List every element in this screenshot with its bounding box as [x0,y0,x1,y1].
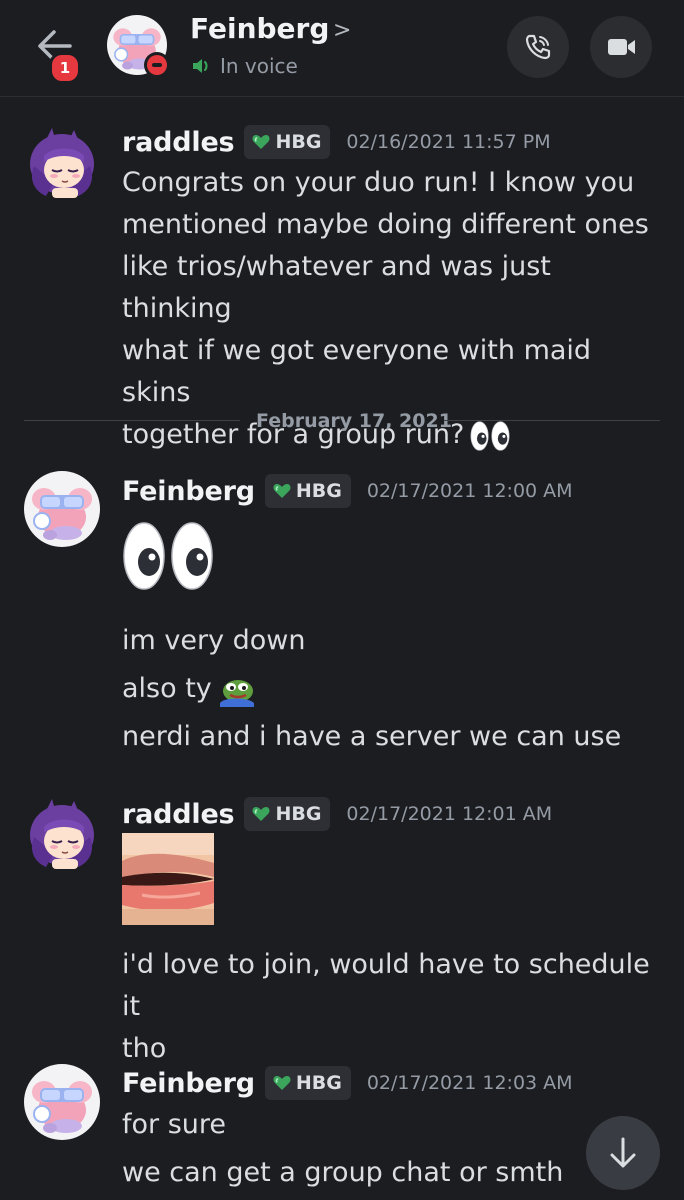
message-content[interactable]: also ty [122,668,662,710]
message-line: Congrats on your duo run! I know you [122,167,635,198]
avatar[interactable] [24,126,100,202]
message-line: im very down [122,625,306,656]
do-not-disturb-icon [144,52,170,78]
heart-icon [252,134,271,150]
eyes-emoji-icon [470,420,510,451]
guild-tag[interactable]: HBG [264,1066,351,1100]
guild-tag-label: HBG [295,1072,342,1094]
guild-tag[interactable]: HBG [244,797,331,831]
message-header: raddles HBG 02/17/2021 12:01 AM [122,797,552,831]
unread-badge: 1 [49,52,81,84]
author-name[interactable]: raddles [122,799,235,830]
chat-header: 1 Feinberg > In voice [0,0,684,97]
message-content[interactable]: nerdi and i have a server we can use [122,716,662,758]
author-name[interactable]: raddles [122,127,235,158]
pepe-emoji-icon [219,679,254,707]
video-icon [608,39,635,55]
author-name[interactable]: Feinberg [122,476,255,507]
eyes-emoji-icon[interactable] [122,520,214,592]
guild-tag-label: HBG [295,480,342,502]
call-icon [525,34,551,60]
message-header: Feinberg HBG 02/17/2021 12:03 AM [122,1066,573,1100]
heart-icon [272,483,291,499]
message-content[interactable]: we can get a group chat or smth [122,1152,662,1194]
guild-tag[interactable]: HBG [264,474,351,508]
call-button[interactable] [507,16,569,78]
speaker-icon [193,59,208,73]
avatar[interactable] [24,471,100,547]
guild-tag-label: HBG [275,131,322,153]
lips-sticker-icon[interactable] [122,833,214,925]
date-divider: February 17, 2021 [256,410,452,432]
timestamp: 02/17/2021 12:03 AM [366,1072,573,1094]
message-line: also ty [122,673,212,704]
timestamp: 02/17/2021 12:00 AM [366,480,573,502]
message-content[interactable]: i'd love to join, would have to schedule… [122,944,662,1070]
message-line: like trios/whatever and was just thinkin… [122,251,551,324]
message-header: raddles HBG 02/16/2021 11:57 PM [122,125,551,159]
message-line: we can get a group chat or smth [122,1157,564,1188]
timestamp: 02/16/2021 11:57 PM [346,131,551,153]
avatar[interactable] [24,1064,100,1140]
video-call-button[interactable] [590,16,652,78]
jump-to-bottom-button[interactable] [586,1116,660,1190]
author-name[interactable]: Feinberg [122,1068,255,1099]
channel-name[interactable]: Feinberg [190,12,329,45]
message-line: nerdi and i have a server we can use [122,721,622,752]
voice-status: In voice [220,54,298,78]
arrow-down-icon [610,1137,636,1168]
chevron-right-icon[interactable]: > [333,18,351,43]
guild-tag-label: HBG [275,803,322,825]
divider-line [24,420,240,421]
message-line: i'd love to join, would have to schedule… [122,949,650,1022]
avatar[interactable] [24,797,100,873]
message-line: for sure [122,1109,227,1140]
heart-icon [252,806,271,822]
message-header: Feinberg HBG 02/17/2021 12:00 AM [122,474,573,508]
divider-line [444,420,660,421]
heart-icon [272,1075,291,1091]
guild-tag[interactable]: HBG [244,125,331,159]
message-content[interactable]: im very down [122,620,662,662]
message-line: tho [122,1033,167,1064]
message-line: what if we got everyone with maid skins [122,335,592,408]
message-content[interactable]: for sure [122,1104,662,1146]
message-line: mentioned maybe doing different ones [122,209,649,240]
timestamp: 02/17/2021 12:01 AM [346,803,553,825]
